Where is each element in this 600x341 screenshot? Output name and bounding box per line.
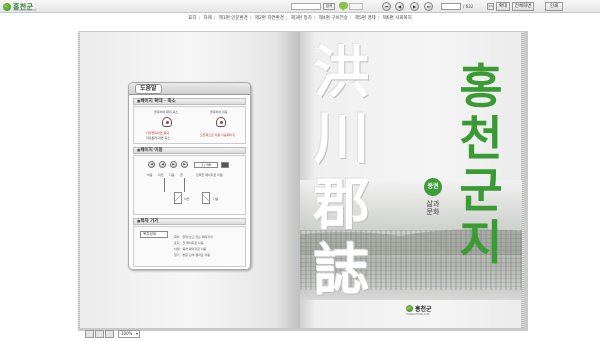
title-char: 홍	[459, 60, 503, 115]
help-zoom-note: 더블클릭하면 확대	[146, 131, 170, 135]
first-page-button[interactable]: ⏮	[382, 2, 391, 11]
bottom-bar: 100%	[0, 328, 600, 341]
thumbnail-icon[interactable]	[105, 330, 114, 338]
help-label-first: 처음	[147, 173, 153, 177]
page-flip-left-icon	[174, 192, 182, 204]
print-button[interactable]: 인쇄	[545, 2, 563, 11]
mini-prev-icon: ◀	[159, 161, 166, 168]
help-toc-note: 표지 : 첫 페이지로 이동	[174, 241, 204, 245]
help-zoom-right-label: 클릭하여 이동	[210, 110, 228, 114]
next-page-button[interactable]: ▶	[410, 2, 419, 11]
help-label-next: 다음	[169, 173, 175, 177]
prev-page-button[interactable]: ◀	[395, 2, 404, 11]
help-section-page-move: 페이지 이동	[133, 147, 246, 154]
title-char: 천	[459, 112, 503, 167]
zoom-select[interactable]: 100%	[118, 330, 140, 338]
help-label-last: 끝	[180, 173, 183, 177]
mini-toc-select: 목차검색	[140, 231, 168, 238]
mini-go-icon	[221, 162, 229, 168]
menu-item[interactable]: 표지	[188, 16, 196, 21]
help-toc-note: 찾기 : 본문 검색 결과로 이동	[174, 253, 211, 257]
publisher-sub: HONGCHEON-GUN	[406, 313, 430, 316]
logo-subtext: HONGCHEON-GUN	[13, 9, 37, 12]
mini-first-icon: ◀	[148, 161, 155, 168]
help-section-toc: 목차 가기	[133, 218, 246, 225]
cover-subtitle: 삶과 문화	[426, 200, 440, 216]
help-zoom-note-2: 자유롭게 화면 축소	[146, 136, 170, 140]
help-label-prev: 이전	[158, 173, 164, 177]
cover-hanja-title: 洪 川 郡 誌	[309, 40, 374, 304]
help-zoom-box: 클릭하여 확대 축소 클릭하여 이동 더블클릭하면 확대 자유롭게 화면 축소 …	[133, 106, 246, 144]
fullscreen-button[interactable]: 전체화면	[512, 2, 534, 11]
cover-title: 홍 천 군 지	[451, 62, 511, 270]
help-title: 도움말	[135, 83, 162, 94]
publisher-name: 홍천군	[415, 305, 432, 313]
double-page-icon[interactable]	[95, 330, 104, 338]
speech-bubble-icon[interactable]	[339, 2, 348, 11]
logo-icon	[3, 2, 11, 11]
help-page-move-box: ◀ ◀ ▶ ▶ 1 / 96 처음 이전 다음 끝 입력한 페이지로 이동 이전…	[133, 155, 246, 215]
help-zoom-left-label: 클릭하여 확대 축소	[154, 110, 178, 114]
hanja-char: 川	[313, 106, 370, 172]
guide-line	[184, 178, 185, 192]
menu-item[interactable]: 제4편 구비전승	[319, 16, 348, 21]
publisher-logo-icon	[406, 304, 413, 312]
help-move-note: 오른쪽으로 이동 다음페이지	[200, 133, 236, 137]
mini-page-box: 1 / 96	[194, 162, 218, 168]
page-flip-right-icon	[202, 192, 210, 204]
hanja-char: 誌	[313, 238, 370, 304]
help-flip-prev: 이전	[184, 197, 190, 201]
help-toc-note: 목차 : 현재 보고 있는 페이지의	[174, 235, 213, 239]
menu-item[interactable]: 제2편 자연환경	[255, 16, 284, 21]
search-button[interactable]: 검색	[323, 3, 335, 10]
help-section-zoom: 페이지 확대 · 축소	[133, 98, 246, 105]
single-page-icon[interactable]	[85, 330, 94, 338]
hand-cursor-icon	[162, 117, 172, 127]
last-page-button[interactable]: ⏭	[424, 2, 433, 11]
help-panel: 도움말 페이지 확대 · 축소 클릭하여 확대 축소 클릭하여 이동 더블클릭하…	[128, 82, 251, 270]
help-toc-note: 차례 : 목차 페이지로 이동	[174, 247, 207, 251]
title-char: 지	[459, 216, 503, 271]
menu-item[interactable]: 제3편 정치	[291, 16, 312, 21]
speech-bubble-field[interactable]	[349, 3, 363, 10]
menu-item[interactable]: 제1편 인문환경	[219, 16, 248, 21]
search-input[interactable]	[291, 3, 321, 10]
menu-item[interactable]: 제6편 사회복지	[383, 16, 412, 21]
guide-line	[164, 178, 165, 192]
chapter-menu: 표지 | 차례 | 제1편 인문환경 | 제2편 자연환경 | 제3편 정치 | 제4편 …	[188, 16, 412, 21]
top-toolbar: 홍천군 HONGCHEON-GUN 검색 ⏮ ◀ ▶ ⏭ / 632 1:1 확…	[0, 0, 600, 13]
page-number-input[interactable]	[441, 3, 461, 10]
help-page-note: 입력한 페이지로 이동	[196, 173, 223, 177]
page-total: / 632	[463, 4, 474, 9]
zoom-icon[interactable]: 1:1	[487, 3, 494, 10]
zoom-button[interactable]: 확대	[496, 2, 510, 11]
help-toc-box: 목차검색 목차 : 현재 보고 있는 페이지의 표지 : 첫 페이지로 이동 차…	[133, 226, 246, 267]
hanja-char: 洪	[313, 40, 370, 106]
volume-badge: 중권	[424, 178, 442, 196]
title-char: 군	[459, 164, 503, 219]
hand-cursor-icon	[216, 117, 226, 127]
mini-next-icon: ▶	[170, 161, 177, 168]
menu-item[interactable]: 차례	[203, 16, 211, 21]
help-flip-next: 다음	[213, 197, 219, 201]
cover-publisher: 홍천군	[406, 303, 432, 313]
hanja-char: 郡	[313, 172, 370, 238]
help-header: 도움말	[129, 83, 250, 95]
mini-last-icon: ▶	[181, 161, 188, 168]
menu-item[interactable]: 제5편 경제	[355, 16, 376, 21]
